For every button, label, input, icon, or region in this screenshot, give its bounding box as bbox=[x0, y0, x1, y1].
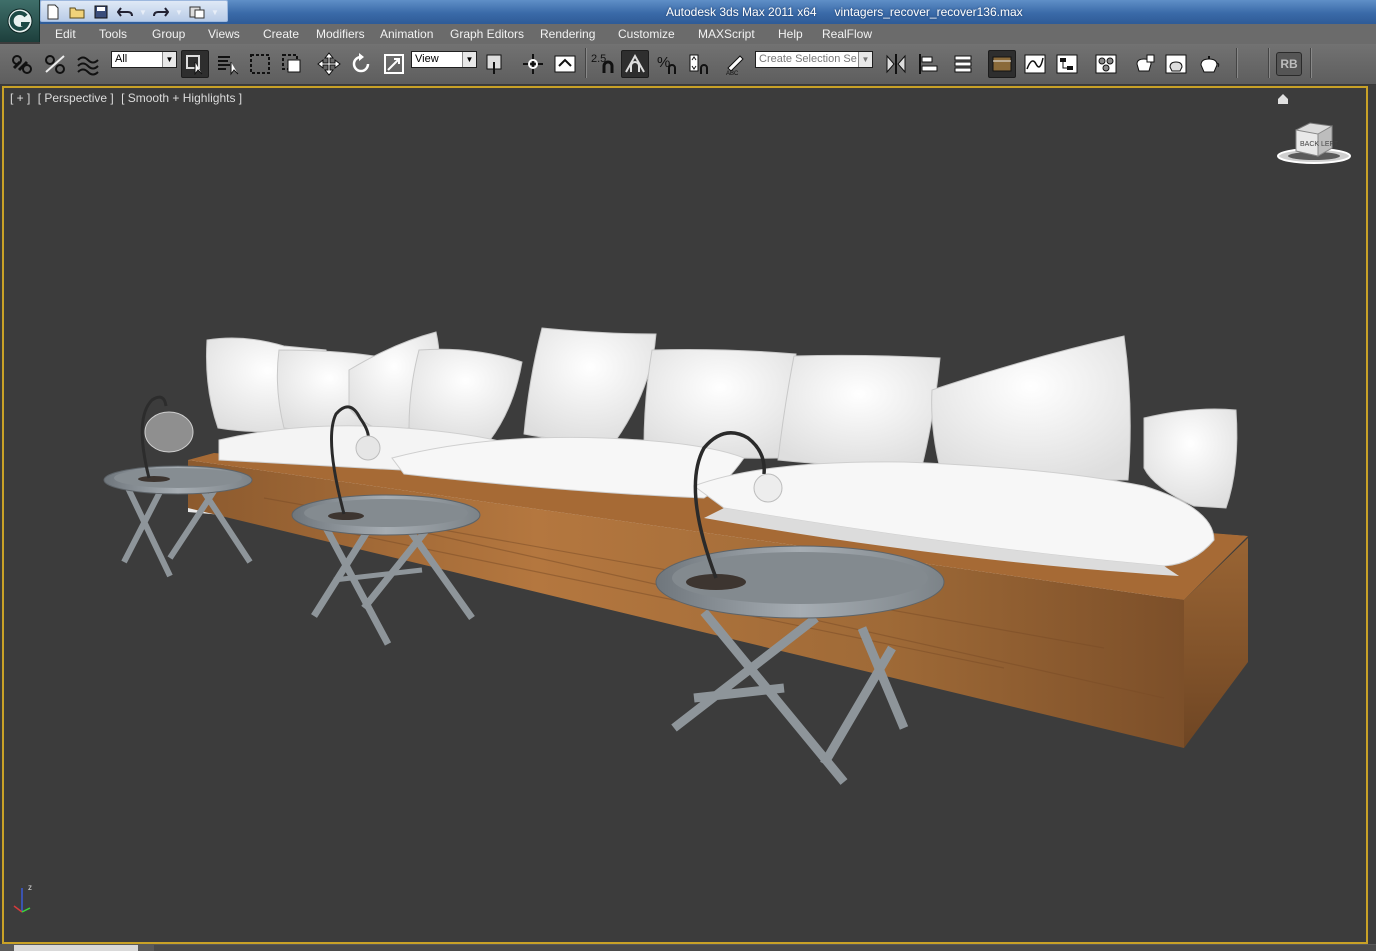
save-icon[interactable] bbox=[90, 3, 112, 21]
menu-tools[interactable]: Tools bbox=[99, 27, 127, 41]
title-bar: ▼ ▼ ▼ Autodesk 3ds Max 2011 x64 vintagers… bbox=[0, 0, 1376, 24]
rectangular-selection-region-icon[interactable] bbox=[246, 50, 274, 78]
scene-render bbox=[103, 327, 1248, 785]
unlink-selection-icon[interactable] bbox=[41, 50, 69, 78]
menu-group[interactable]: Group bbox=[152, 27, 185, 41]
qat-customize-icon[interactable]: ▼ bbox=[210, 3, 220, 21]
chevron-down-icon: ▼ bbox=[162, 52, 176, 67]
menu-help[interactable]: Help bbox=[778, 27, 803, 41]
menu-customize[interactable]: Customize bbox=[618, 27, 675, 41]
edit-named-selection-icon[interactable]: ABC bbox=[722, 50, 750, 78]
svg-text:ABC: ABC bbox=[726, 71, 739, 76]
project-folder-icon[interactable] bbox=[186, 3, 208, 21]
toolbar-separator bbox=[585, 48, 587, 78]
selection-filter-dropdown[interactable]: All ▼ bbox=[111, 51, 177, 68]
chevron-down-icon: ▼ bbox=[858, 52, 872, 67]
3dsmax-logo-icon bbox=[7, 8, 33, 34]
open-file-icon[interactable] bbox=[66, 3, 88, 21]
menu-edit[interactable]: Edit bbox=[55, 27, 76, 41]
menu-views[interactable]: Views bbox=[208, 27, 240, 41]
menu-animation[interactable]: Animation bbox=[380, 27, 433, 41]
spinner-snap-icon[interactable] bbox=[686, 50, 714, 78]
track-bar[interactable] bbox=[154, 945, 1376, 951]
named-selection-set-dropdown[interactable]: Create Selection Se ▼ bbox=[755, 51, 873, 68]
bind-to-space-warp-icon[interactable] bbox=[74, 50, 102, 78]
time-slider[interactable] bbox=[14, 945, 138, 951]
quick-access-buttons: ▼ ▼ ▼ bbox=[42, 2, 220, 22]
main-toolbar: All ▼ View ▼ 2.5 % ABC Create Selection … bbox=[0, 44, 1376, 85]
select-object-icon[interactable] bbox=[181, 50, 209, 78]
manage-layers-icon[interactable] bbox=[950, 50, 978, 78]
keyboard-shortcut-override-icon[interactable] bbox=[551, 50, 579, 78]
menu-realflow[interactable]: RealFlow bbox=[822, 27, 872, 41]
menu-bar: Edit Tools Group Views Create Modifiers … bbox=[40, 24, 1376, 45]
render-setup-icon[interactable] bbox=[1130, 50, 1158, 78]
menu-create[interactable]: Create bbox=[263, 27, 299, 41]
axis-z-label: z bbox=[28, 883, 32, 892]
rendered-frame-window-icon[interactable] bbox=[1162, 50, 1190, 78]
menu-maxscript[interactable]: MAXScript bbox=[698, 27, 755, 41]
percent-snap-icon[interactable]: % bbox=[654, 50, 682, 78]
toolbar-separator bbox=[1268, 48, 1270, 78]
chevron-down-icon: ▼ bbox=[462, 52, 476, 67]
select-and-link-icon[interactable] bbox=[8, 50, 36, 78]
application-button[interactable] bbox=[0, 0, 40, 42]
app-title: Autodesk 3ds Max 2011 x64 bbox=[666, 5, 817, 19]
select-and-scale-icon[interactable] bbox=[380, 50, 408, 78]
snaps-toggle-icon[interactable]: 2.5 bbox=[590, 50, 618, 78]
perspective-viewport[interactable]: [ + ] [ Perspective ] [ Smooth + Highlig… bbox=[2, 86, 1368, 944]
angle-snap-icon[interactable] bbox=[621, 50, 649, 78]
named-selection-set-value: Create Selection Se bbox=[759, 53, 857, 65]
select-and-manipulate-icon[interactable] bbox=[519, 50, 547, 78]
file-name: vintagers_recover_recover136.max bbox=[834, 5, 1023, 19]
select-by-name-icon[interactable] bbox=[214, 50, 242, 78]
redo-icon[interactable] bbox=[150, 3, 172, 21]
render-production-icon[interactable] bbox=[1195, 50, 1223, 78]
window-crossing-icon[interactable] bbox=[278, 50, 306, 78]
redo-dropdown-icon[interactable]: ▼ bbox=[174, 3, 184, 21]
axis-tripod-icon: z bbox=[13, 883, 32, 913]
toolbar-separator bbox=[1310, 48, 1312, 78]
align-icon[interactable] bbox=[914, 50, 942, 78]
toolbar-separator bbox=[1236, 48, 1238, 78]
schematic-view-icon[interactable] bbox=[1053, 50, 1081, 78]
pivot-point-center-icon[interactable] bbox=[481, 50, 509, 78]
reference-coordinate-value: View bbox=[415, 53, 439, 65]
window-title: Autodesk 3ds Max 2011 x64 vintagers_recov… bbox=[666, 5, 1041, 19]
graphite-modeling-tools-icon[interactable] bbox=[988, 50, 1016, 78]
new-file-icon[interactable] bbox=[42, 3, 64, 21]
select-and-rotate-icon[interactable] bbox=[347, 50, 375, 78]
menu-graph-editors[interactable]: Graph Editors bbox=[450, 27, 524, 41]
curve-editor-icon[interactable] bbox=[1021, 50, 1049, 78]
selection-filter-value: All bbox=[115, 53, 128, 65]
material-editor-icon[interactable] bbox=[1092, 50, 1120, 78]
menu-modifiers[interactable]: Modifiers bbox=[316, 27, 365, 41]
reference-coordinate-dropdown[interactable]: View ▼ bbox=[411, 51, 477, 68]
menu-rendering[interactable]: Rendering bbox=[540, 27, 595, 41]
undo-icon[interactable] bbox=[114, 3, 136, 21]
mirror-icon[interactable] bbox=[882, 50, 910, 78]
undo-dropdown-icon[interactable]: ▼ bbox=[138, 3, 148, 21]
time-slider-bar bbox=[0, 944, 1376, 951]
rb-button[interactable]: RB bbox=[1276, 52, 1302, 76]
select-and-move-icon[interactable] bbox=[315, 50, 343, 78]
